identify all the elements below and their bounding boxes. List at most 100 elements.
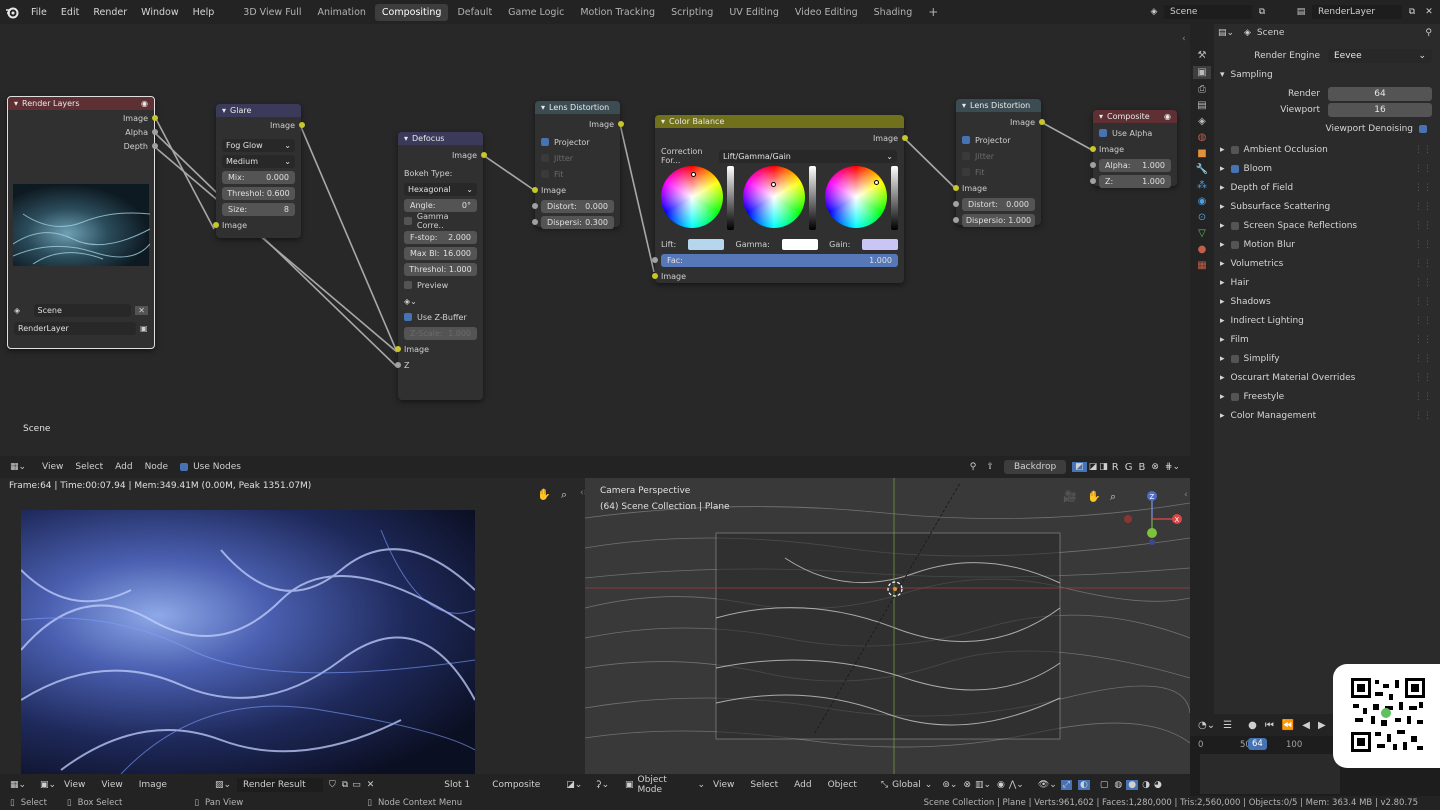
mode-dropdown[interactable]: ▣ Object Mode ⌄ [625,775,705,795]
node-header[interactable]: ▾ Lens Distortion [535,101,620,114]
xray-icon[interactable]: ▢ [1100,780,1109,790]
node-collapse-icon[interactable]: ▾ [404,134,408,143]
parent-node-icon[interactable]: ⇧ [986,462,994,472]
gamma-swatch[interactable] [781,238,818,250]
quality-dropdown[interactable]: Medium ⌄ [222,154,295,168]
orientation-dropdown[interactable]: ⤡ Global ⌄ [881,780,932,790]
fit-checkbox[interactable] [962,168,970,176]
channel-r[interactable]: R [1112,462,1119,473]
blender-logo-icon[interactable] [0,0,24,24]
node-header[interactable]: ▾ Color Balance [655,115,904,128]
zoom-icon[interactable]: ⌕ [1110,490,1116,504]
drag-handle-icon[interactable]: ⋮⋮ [1414,373,1432,383]
add-workspace-button[interactable]: + [921,2,945,22]
editor-type-icon[interactable]: ▦⌄ [10,462,36,472]
panel-color-management[interactable]: ▸ Color Management ⋮⋮ [1214,406,1440,425]
distort-field[interactable]: Distort: 0.000 [541,199,614,213]
tab-shading[interactable]: Shading [867,4,920,21]
current-frame-indicator[interactable]: 64 [1248,738,1267,750]
menu-select[interactable]: Select [750,780,778,790]
lens-distortion-node[interactable]: ▾ Lens Distortion Image Projector Jitter … [532,101,624,229]
drag-handle-icon[interactable]: ⋮⋮ [1414,392,1432,402]
node-header[interactable]: ▾ Composite ◉ [1093,110,1177,123]
open-image-icon[interactable]: ▭ [352,780,361,790]
input-socket[interactable] [652,273,658,279]
output-tab-icon[interactable]: ⎙ [1198,84,1206,95]
threshold-field[interactable]: Threshol: 0.600 [222,186,295,200]
properties-editor[interactable]: ▤⌄ ◈ Scene ⚲ Render Engine Eevee ⌄ ▾ Samp… [1214,24,1440,714]
correction-dropdown[interactable]: Lift/Gamma/Gain ⌄ [719,149,897,163]
node-collapse-icon[interactable]: ▾ [14,99,18,108]
object-tab-icon[interactable]: ■ [1197,148,1206,159]
fstop-field[interactable]: F-stop: 2.000 [404,230,477,244]
preview-checkbox[interactable] [404,281,412,289]
output-socket[interactable] [152,143,158,149]
backdrop-button[interactable]: Backdrop [1003,460,1067,474]
gamma-checkbox[interactable] [404,217,412,225]
tab-video-editing[interactable]: Video Editing [788,4,865,21]
gamma-picker[interactable] [771,182,776,187]
drag-handle-icon[interactable]: ⋮⋮ [1414,297,1432,307]
tab-default[interactable]: Default [450,4,499,21]
glare-node[interactable]: ▾ Glare Image Fog Glow ⌄ Medium ⌄ Mix: 0.000… [213,104,305,238]
fac-slider[interactable]: Fac: 1.000 [661,253,898,267]
node-header[interactable]: ▾ Render Layers ◉ [8,97,154,110]
pin-icon[interactable]: ⚲ [1425,28,1432,38]
gain-swatch[interactable] [861,238,898,250]
snap-icon[interactable]: ⊗ [1151,462,1159,472]
proportional-edit-icon[interactable]: ◉ [997,780,1005,790]
wireframe-shading-icon[interactable]: ◍ [1114,780,1122,790]
new-view-layer-icon[interactable]: ⧉ [1402,7,1422,17]
panel-hair[interactable]: ▸ Hair ⋮⋮ [1214,273,1440,292]
input-socket[interactable] [395,362,401,368]
jitter-checkbox[interactable] [962,152,970,160]
input-socket[interactable] [953,201,959,207]
output-socket[interactable] [299,122,305,128]
use-alpha-checkbox[interactable] [1099,129,1107,137]
node-collapse-icon[interactable]: ▾ [222,106,226,115]
tab-animation[interactable]: Animation [310,4,372,21]
panel-enable-checkbox[interactable] [1230,240,1239,249]
render-layers-node[interactable]: ▾ Render Layers ◉ Image Alpha Depth ◈ Sc… [7,96,158,349]
render-icon[interactable]: ◉ [141,99,148,108]
panel-motion-blur[interactable]: ▸ Motion Blur ⋮⋮ [1214,235,1440,254]
constraints-tab-icon[interactable]: ⊙ [1198,212,1206,223]
tab-game-logic[interactable]: Game Logic [501,4,571,21]
falloff-icon[interactable]: ⋀⌄ [1009,780,1024,790]
drag-handle-icon[interactable]: ⋮⋮ [1414,278,1432,288]
jump-start-icon[interactable]: ⏮ [1265,720,1274,731]
gamma-color-wheel[interactable] [743,166,805,228]
lift-picker[interactable] [691,172,696,177]
backdrop-color-icon[interactable]: ◩ [1072,462,1087,472]
viewport-denoising-checkbox[interactable] [1419,124,1427,133]
image-browse-icon[interactable]: ▨⌄ [215,780,231,790]
scene-selector[interactable]: ◈ Scene ⧉ [1144,3,1276,21]
node-collapse-icon[interactable]: ▾ [1099,112,1103,121]
render-icon[interactable]: ◉ [1164,112,1171,121]
panel-ambient-occlusion[interactable]: ▸ Ambient Occlusion ⋮⋮ [1214,140,1440,159]
menu-node[interactable]: Node [145,462,169,472]
bokeh-dropdown[interactable]: Hexagonal ⌄ [404,182,477,196]
panel-indirect-lighting[interactable]: ▸ Indirect Lighting ⋮⋮ [1214,311,1440,330]
node-collapse-icon[interactable]: ▾ [661,117,665,126]
dispersion-field[interactable]: Dispersio: 1.000 [962,213,1035,227]
backdrop-alpha-icon[interactable]: ◪ [1089,462,1098,472]
input-socket[interactable] [652,257,658,263]
menu-edit[interactable]: Edit [54,7,86,18]
render-tab-icon[interactable]: ▣ [1193,66,1211,79]
overlays-icon[interactable]: ◐ [1078,780,1090,790]
panel-bloom[interactable]: ▸ Bloom ⋮⋮ [1214,159,1440,178]
pan-hand-icon[interactable]: ✋ [1087,490,1101,503]
data-tab-icon[interactable]: ▽ [1198,228,1206,239]
layer-field[interactable]: RenderLayer [14,321,136,335]
viewport-samples-field[interactable]: 16 [1328,102,1432,117]
menu-add[interactable]: Add [794,780,811,790]
tab-scripting[interactable]: Scripting [664,4,720,21]
solid-shading-icon[interactable]: ● [1126,780,1139,790]
fake-user-icon[interactable]: ⛉ [329,780,336,790]
alpha-field[interactable]: Alpha: 1.000 [1099,158,1171,172]
image-editor[interactable]: Frame:64 | Time:00:07.94 | Mem:349.41M (… [0,478,587,774]
output-socket[interactable] [618,121,624,127]
drag-handle-icon[interactable]: ⋮⋮ [1414,240,1432,250]
panel-enable-checkbox[interactable] [1230,392,1239,401]
